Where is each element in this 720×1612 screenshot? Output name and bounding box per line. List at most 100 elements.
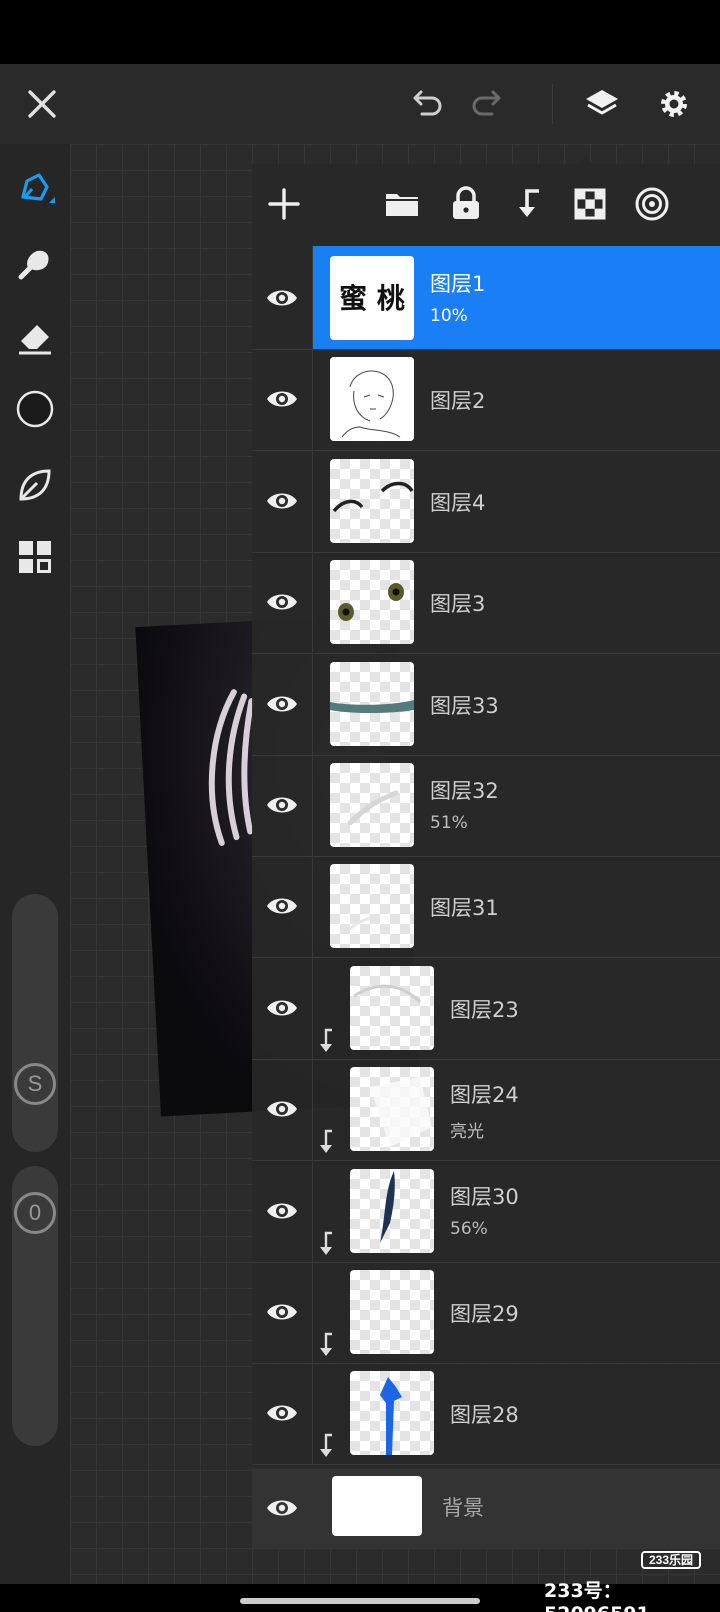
layers-button[interactable] bbox=[578, 80, 626, 128]
arc-thumbnail bbox=[350, 965, 434, 1050]
layer-name: 图层3 bbox=[430, 592, 486, 617]
lock-layer-button[interactable] bbox=[442, 180, 490, 228]
visibility-toggle[interactable] bbox=[262, 483, 302, 519]
brush-tool[interactable] bbox=[10, 162, 60, 212]
visibility-toggle[interactable] bbox=[262, 381, 302, 417]
layer-row[interactable]: 蜜 桃 图层1 10% bbox=[252, 246, 720, 350]
reference-button[interactable] bbox=[628, 180, 676, 228]
eye-icon bbox=[267, 1500, 297, 1516]
background-thumbnail bbox=[332, 1476, 422, 1536]
layer-name: 图层29 bbox=[450, 1302, 519, 1326]
redo-button[interactable] bbox=[464, 80, 512, 128]
add-folder-button[interactable] bbox=[378, 180, 426, 228]
eye-icon bbox=[267, 391, 297, 407]
background-layer-row[interactable]: 背景 bbox=[252, 1468, 720, 1548]
visibility-toggle[interactable] bbox=[262, 888, 302, 924]
top-bar bbox=[0, 64, 720, 144]
material-tool[interactable] bbox=[10, 460, 60, 510]
eye-icon bbox=[267, 1101, 297, 1117]
layer-row[interactable]: 图层24 亮光 bbox=[252, 1057, 720, 1162]
visibility-toggle[interactable] bbox=[262, 1091, 302, 1127]
visibility-toggle[interactable] bbox=[262, 787, 302, 823]
eyebrows-thumbnail bbox=[330, 458, 414, 543]
layer-row[interactable]: 图层23 bbox=[252, 955, 720, 1060]
layer-row[interactable]: 图层33 bbox=[252, 651, 720, 756]
eye-icon bbox=[267, 493, 297, 509]
eye-icon bbox=[267, 797, 297, 813]
layer-row[interactable]: 图层28 bbox=[252, 1361, 720, 1466]
light-stroke-thumbnail bbox=[330, 864, 414, 949]
navy-stroke-thumbnail bbox=[350, 1168, 434, 1253]
folder-icon bbox=[386, 194, 418, 216]
pen-icon bbox=[21, 173, 55, 203]
grid-icon bbox=[19, 541, 51, 573]
gallery-tool[interactable] bbox=[10, 532, 60, 582]
settings-button[interactable] bbox=[650, 80, 698, 128]
layer-name: 图层4 bbox=[430, 490, 486, 515]
lock-icon bbox=[453, 186, 479, 219]
visibility-toggle[interactable] bbox=[262, 584, 302, 620]
checkerboard-icon bbox=[574, 188, 606, 220]
close-button[interactable] bbox=[18, 80, 66, 128]
visibility-toggle[interactable] bbox=[262, 1490, 302, 1526]
visibility-toggle[interactable] bbox=[262, 1294, 302, 1330]
layer-row[interactable]: 图层3 bbox=[252, 550, 720, 655]
layer-name: 图层23 bbox=[450, 997, 519, 1022]
visibility-toggle[interactable] bbox=[262, 990, 302, 1026]
eyes-thumbnail bbox=[330, 560, 414, 645]
layer-name: 图层28 bbox=[450, 1403, 519, 1428]
layers-icon bbox=[586, 90, 618, 115]
layer-name: 图层32 bbox=[430, 779, 499, 803]
layer-name: 图层31 bbox=[430, 896, 499, 921]
close-icon bbox=[28, 90, 56, 118]
sketch-thumbnail bbox=[330, 357, 414, 442]
visibility-toggle[interactable] bbox=[262, 686, 302, 722]
brush-size-slider[interactable] bbox=[12, 894, 58, 1152]
layer-property: 亮光 bbox=[450, 1122, 484, 1143]
layer-row[interactable]: 图层2 bbox=[252, 347, 720, 452]
clip-indicator-icon bbox=[320, 1332, 332, 1356]
color-swatch-icon bbox=[16, 390, 54, 428]
blue-figure-thumbnail bbox=[350, 1371, 434, 1456]
visibility-toggle[interactable] bbox=[262, 280, 302, 316]
clip-arrow-icon bbox=[519, 189, 539, 217]
undo-button[interactable] bbox=[402, 80, 450, 128]
layer-property: 10% bbox=[430, 306, 468, 326]
tool-sidebar: S 0 bbox=[0, 144, 70, 1584]
layer-name: 图层30 bbox=[450, 1184, 519, 1209]
home-indicator[interactable] bbox=[240, 1598, 480, 1604]
leaf-icon bbox=[19, 469, 51, 501]
color-picker[interactable] bbox=[10, 384, 60, 434]
layers-panel: 蜜 桃 图层1 10% 图层2 图层4 图层3 图层33 图层32 51% 图层31 图层23 图层2… bbox=[252, 156, 720, 1548]
smudge-tool[interactable] bbox=[10, 238, 60, 288]
eye-icon bbox=[267, 290, 297, 306]
layer-row[interactable]: 图层32 51% bbox=[252, 753, 720, 857]
undo-icon bbox=[413, 90, 442, 116]
add-layer-button[interactable] bbox=[260, 180, 308, 228]
eraser-tool[interactable] bbox=[10, 312, 60, 362]
layer-list[interactable]: 蜜 桃 图层1 10% 图层2 图层4 图层3 图层33 图层32 51% 图层31 图层23 图层2… bbox=[252, 246, 720, 1468]
thumbnail-text: 蜜 桃 bbox=[339, 282, 405, 315]
layer-row[interactable]: 图层29 bbox=[252, 1260, 720, 1364]
eye-icon bbox=[267, 1405, 297, 1421]
clipping-mask-button[interactable] bbox=[504, 180, 552, 228]
layer-row[interactable]: 图层31 bbox=[252, 854, 720, 959]
teal-strip-thumbnail bbox=[330, 661, 414, 746]
size-indicator: S bbox=[14, 1063, 56, 1105]
layer-row[interactable]: 图层30 56% bbox=[252, 1158, 720, 1263]
smudge-icon bbox=[18, 250, 49, 280]
visibility-toggle[interactable] bbox=[262, 1193, 302, 1229]
layer-row[interactable]: 图层4 bbox=[252, 448, 720, 553]
eye-icon bbox=[267, 1304, 297, 1320]
clip-indicator-icon bbox=[320, 1231, 332, 1255]
layer-name: 图层24 bbox=[450, 1083, 519, 1108]
clip-indicator-icon bbox=[320, 1434, 332, 1458]
layer-name: 图层1 bbox=[430, 272, 486, 296]
clip-indicator-icon bbox=[320, 1129, 332, 1154]
status-bar bbox=[0, 0, 720, 64]
empty-thumbnail bbox=[350, 1270, 434, 1354]
gear-icon bbox=[661, 91, 687, 117]
alpha-lock-button[interactable] bbox=[566, 180, 614, 228]
visibility-toggle[interactable] bbox=[262, 1395, 302, 1431]
layer-name: 图层2 bbox=[430, 389, 486, 414]
